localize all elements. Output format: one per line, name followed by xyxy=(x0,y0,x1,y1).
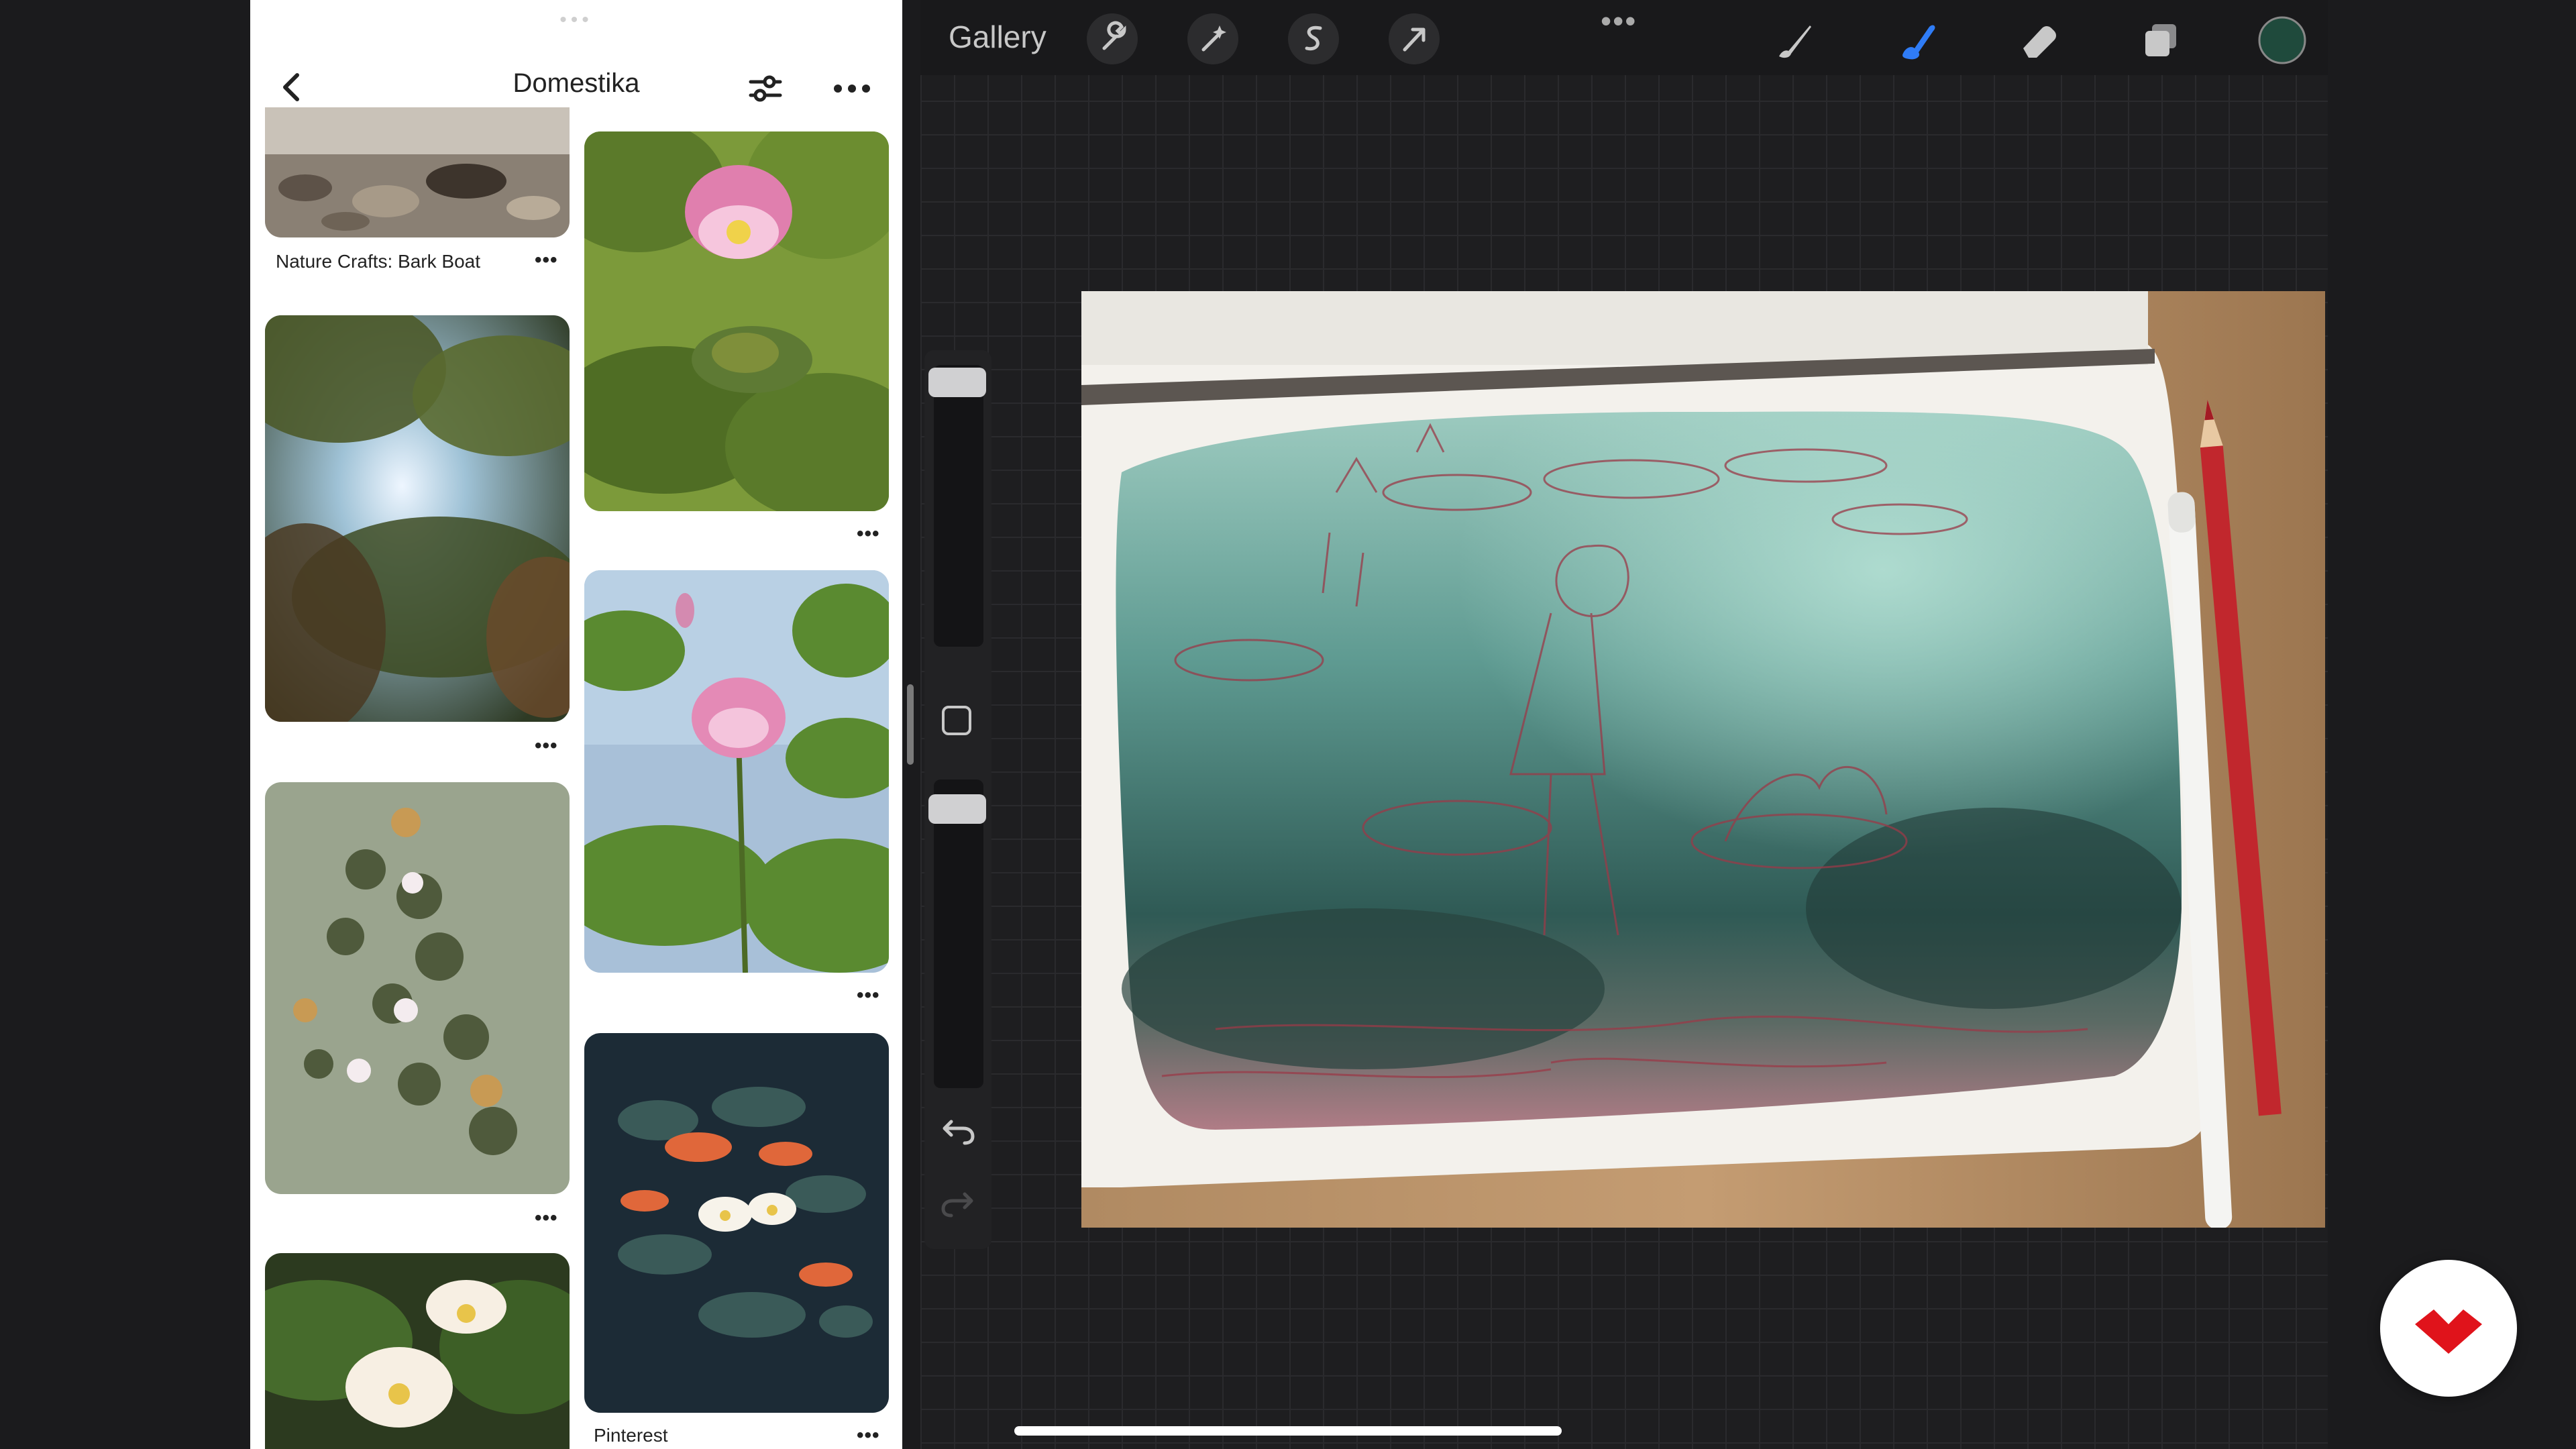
selection-icon[interactable] xyxy=(1288,13,1339,64)
undo-icon[interactable] xyxy=(936,1110,979,1152)
brush-icon[interactable] xyxy=(1767,13,1821,70)
ellipsis-icon[interactable] xyxy=(828,68,875,109)
eraser-icon[interactable] xyxy=(2011,13,2065,70)
magic-wand-icon[interactable] xyxy=(1187,13,1238,64)
pin-image[interactable] xyxy=(584,131,889,511)
canvas-artwork[interactable] xyxy=(1081,291,2325,1228)
transform-arrow-icon[interactable] xyxy=(1389,13,1440,64)
pin-image[interactable] xyxy=(584,1033,889,1413)
pin-caption[interactable]: Nature Crafts: Bark Boat xyxy=(276,251,480,272)
pin-more-icon[interactable]: ••• xyxy=(535,1208,558,1228)
pin-image[interactable] xyxy=(584,570,889,973)
gallery-button[interactable]: Gallery xyxy=(949,19,1046,55)
modify-square-icon[interactable] xyxy=(939,703,974,738)
sliders-icon[interactable] xyxy=(745,68,786,109)
split-view-handle[interactable] xyxy=(907,684,914,765)
home-indicator[interactable] xyxy=(1014,1426,1562,1436)
pin-image[interactable] xyxy=(265,315,570,722)
pin-image[interactable] xyxy=(265,782,570,1194)
domestika-logo-icon xyxy=(2380,1260,2517,1397)
pin-image[interactable] xyxy=(265,1253,570,1449)
pin-more-icon[interactable]: ••• xyxy=(535,250,558,270)
wrench-icon[interactable] xyxy=(1087,13,1138,64)
redo-icon[interactable] xyxy=(936,1182,979,1225)
procreate-sidebar xyxy=(924,350,991,1249)
brush-size-handle[interactable] xyxy=(928,368,986,397)
layers-icon[interactable] xyxy=(2133,13,2187,70)
pinterest-panel: ••• Domestika Nature Crafts: Bark Boat •… xyxy=(250,0,902,1449)
more-options-icon[interactable]: ••• xyxy=(1601,3,1637,39)
pin-more-icon[interactable]: ••• xyxy=(857,1426,880,1446)
pin-more-icon[interactable]: ••• xyxy=(857,524,880,544)
color-swatch-icon[interactable] xyxy=(2255,13,2309,70)
smudge-icon[interactable] xyxy=(1889,13,1943,70)
brush-size-slider[interactable] xyxy=(934,365,983,647)
procreate-toolbar: Gallery ••• xyxy=(920,0,2328,75)
pin-more-icon[interactable]: ••• xyxy=(857,985,880,1006)
board-title: Domestika xyxy=(513,68,640,98)
pin-caption[interactable]: Pinterest xyxy=(594,1425,668,1446)
opacity-slider[interactable] xyxy=(934,780,983,1088)
pin-more-icon[interactable]: ••• xyxy=(535,736,558,756)
opacity-handle[interactable] xyxy=(928,794,986,824)
pin-image[interactable] xyxy=(265,107,570,237)
panel-grabber[interactable]: ••• xyxy=(544,10,608,30)
